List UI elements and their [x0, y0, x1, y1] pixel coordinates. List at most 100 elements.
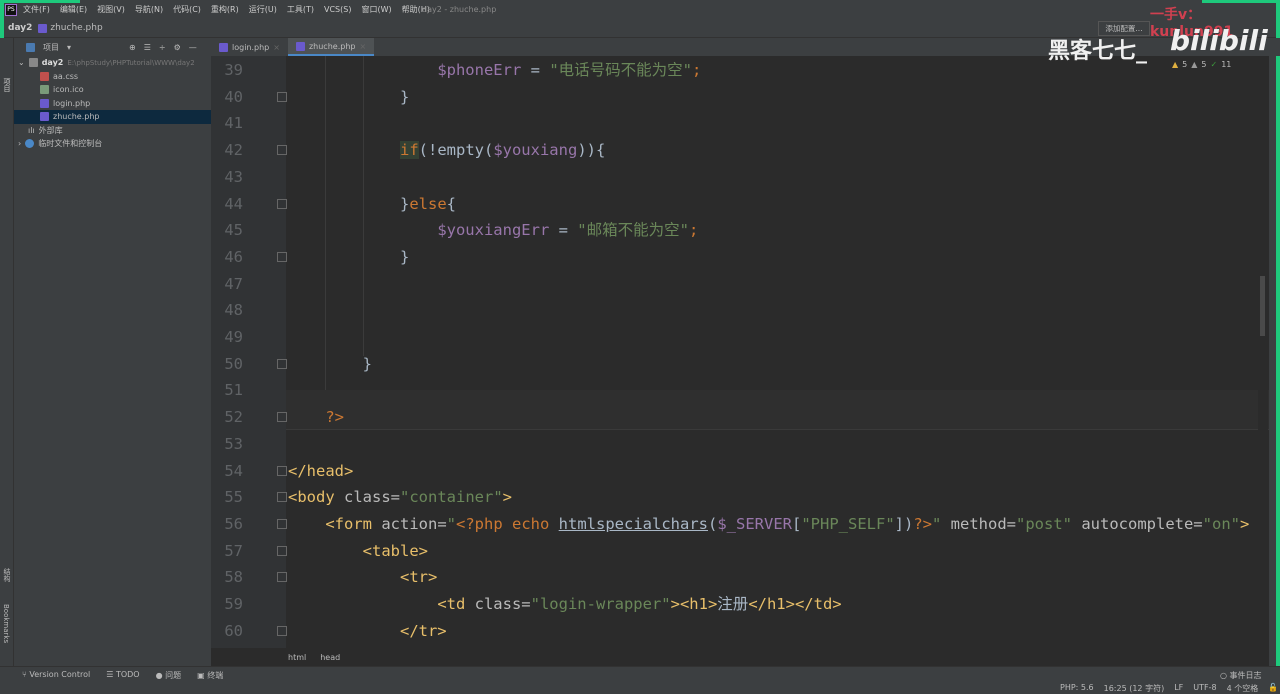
menu-item[interactable]: 视图(V): [97, 5, 125, 14]
line-number: 56: [224, 514, 243, 533]
fold-marker-icon[interactable]: [277, 412, 287, 423]
tab-login-php[interactable]: login.php ×: [211, 38, 288, 56]
fold-marker-icon[interactable]: [277, 251, 287, 262]
breadcrumb-html[interactable]: html: [288, 653, 306, 662]
project-icon: [26, 42, 35, 52]
php-file-icon: [38, 23, 48, 33]
code-token: }: [288, 247, 410, 266]
tree-file[interactable]: icon.ico: [14, 83, 211, 97]
code-token: }: [288, 354, 372, 373]
scratches-icon: [25, 139, 35, 149]
tree-external-libraries[interactable]: ılı 外部库: [14, 124, 211, 138]
menu-item[interactable]: 运行(U): [249, 5, 277, 14]
code-token: =: [521, 61, 550, 79]
indent[interactable]: 4 个空格: [1227, 683, 1259, 694]
menu-item[interactable]: 编辑(E): [60, 5, 87, 14]
phpstorm-logo: PS: [5, 3, 17, 16]
todo-tool[interactable]: ☰ TODO: [106, 670, 139, 681]
project-panel-header: 项目 ▾ ⊕ ☰ ÷ ⚙ —: [14, 38, 211, 56]
locate-icon[interactable]: ⊕: [129, 43, 136, 52]
code-text: }else{: [288, 191, 456, 217]
project-view-select[interactable]: 项目: [43, 42, 59, 53]
code-text: ?>: [288, 404, 344, 430]
hide-icon[interactable]: —: [189, 43, 197, 52]
php-level[interactable]: PHP: 5.6: [1060, 683, 1094, 694]
line-number: 49: [224, 328, 243, 346]
close-icon[interactable]: ×: [359, 42, 366, 51]
code-text: if(!empty($youxiang)){: [288, 137, 605, 163]
code-token: "container": [400, 488, 503, 507]
terminal-tool[interactable]: ▣ 终端: [197, 670, 223, 681]
menu-item[interactable]: 工具(T): [287, 5, 314, 14]
tree-scratches[interactable]: › 临时文件和控制台: [14, 137, 211, 151]
menu-item[interactable]: VCS(S): [324, 5, 351, 14]
code-line: 43: [211, 164, 1269, 190]
code-token: )){: [577, 141, 606, 160]
tree-file[interactable]: aa.css: [14, 70, 211, 84]
bookmarks-tool-button[interactable]: Bookmarks: [2, 604, 10, 643]
nav-file[interactable]: zhuche.php: [50, 23, 102, 33]
tree-root-day2[interactable]: ⌄ day2 E:\phpStudy\PHPTutorial\WWW\day2: [14, 56, 211, 70]
code-text: $phoneErr = "电话号码不能为空";: [288, 57, 701, 83]
fold-marker-icon[interactable]: [277, 91, 287, 102]
tree-file-selected[interactable]: zhuche.php: [14, 110, 211, 124]
fold-marker-icon[interactable]: [277, 545, 287, 556]
code-token: class=: [344, 488, 400, 507]
cursor-position[interactable]: 16:25 (12 字符): [1104, 683, 1165, 694]
code-token: <form: [325, 514, 382, 533]
menu-item[interactable]: 重构(R): [211, 5, 239, 14]
menu-item[interactable]: 代码(C): [173, 5, 201, 14]
code-token: $youxiangErr: [437, 221, 550, 240]
close-icon[interactable]: ×: [273, 43, 280, 52]
problems-tool[interactable]: ● 问题: [156, 670, 182, 681]
project-panel: 项目 ▾ ⊕ ☰ ÷ ⚙ — ⌄ day2 E:\phpStudy\PHPTut…: [14, 38, 211, 666]
line-number: 45: [224, 221, 243, 240]
menu-item[interactable]: 导航(N): [135, 5, 163, 14]
code-token: method=: [950, 514, 1016, 533]
code-line: 59 <td class="login-wrapper"><h1>注册</h1>…: [211, 591, 1269, 617]
event-log-tool[interactable]: ○ 事件日志: [1220, 670, 1262, 681]
lock-icon[interactable]: 🔓: [1268, 683, 1278, 694]
code-editor[interactable]: 39 $phoneErr = "电话号码不能为空"; 40 } 41 42 if(!e…: [211, 56, 1269, 648]
fold-marker-icon[interactable]: [277, 198, 287, 209]
menu-item[interactable]: 文件(F): [23, 5, 50, 14]
fold-marker-icon[interactable]: [277, 145, 287, 156]
code-token: if: [399, 141, 419, 160]
line-number: 59: [224, 595, 243, 613]
fold-marker-icon[interactable]: [277, 492, 287, 503]
breadcrumb-head[interactable]: head: [320, 653, 340, 662]
line-separator[interactable]: LF: [1174, 683, 1183, 694]
fold-marker-icon[interactable]: [277, 465, 287, 476]
menu-item[interactable]: 窗口(W): [361, 5, 391, 14]
tab-zhuche-php[interactable]: zhuche.php ×: [287, 38, 375, 56]
nav-project[interactable]: day2: [8, 23, 32, 33]
expand-all-icon[interactable]: ☰: [144, 43, 151, 52]
line-number: 54: [224, 461, 243, 480]
version-control-tool[interactable]: ⑂ Version Control: [22, 670, 90, 681]
code-token: (: [707, 514, 718, 533]
code-token: ?>: [913, 514, 932, 533]
project-tool-button[interactable]: 项目: [2, 78, 12, 92]
code-token: echo: [512, 514, 559, 533]
gear-icon[interactable]: ⚙: [174, 43, 181, 52]
code-token: htmlspecialchars: [558, 514, 708, 533]
chevron-down-icon[interactable]: ▾: [67, 43, 71, 52]
inspection-widget[interactable]: ▲ 5 ▲ 5 ✓ 11: [1172, 60, 1231, 69]
fold-marker-icon[interactable]: [277, 572, 287, 583]
collapse-all-icon[interactable]: ÷: [159, 43, 166, 52]
code-token: ": [932, 514, 951, 533]
structure-tool-button[interactable]: 结构: [2, 568, 12, 582]
fold-marker-icon[interactable]: [277, 625, 287, 636]
editor-scrollbar[interactable]: [1258, 56, 1268, 648]
tree-file[interactable]: login.php: [14, 97, 211, 111]
library-icon: ılı: [28, 125, 35, 135]
fold-marker-icon[interactable]: [277, 518, 287, 529]
code-line: 53: [211, 431, 1269, 457]
fold-marker-icon[interactable]: [277, 358, 287, 369]
php-file-icon: [219, 42, 228, 52]
encoding[interactable]: UTF-8: [1193, 683, 1216, 694]
warning-icon: ▲: [1172, 60, 1179, 69]
